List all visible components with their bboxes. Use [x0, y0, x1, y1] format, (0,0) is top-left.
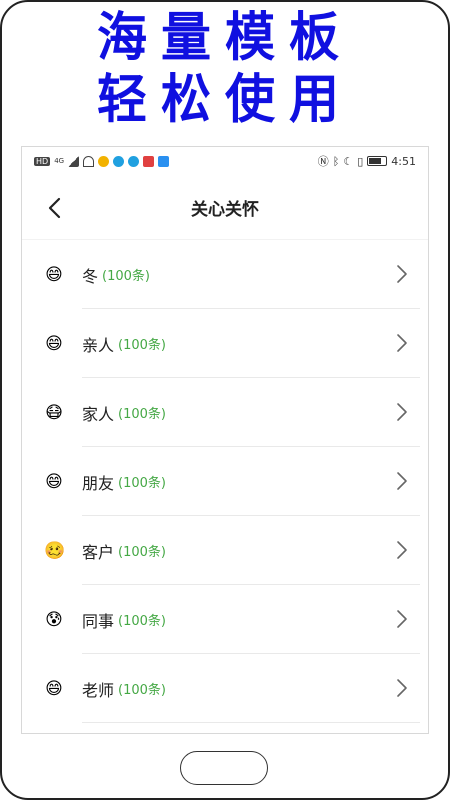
status-right: Ⓝ ᛒ ☾ ▯ 4:51	[318, 153, 416, 169]
bluetooth-icon: ᛒ	[332, 154, 340, 168]
category-count: (100条)	[118, 338, 166, 353]
category-count: (100条)	[118, 614, 166, 629]
status-left: HD 4G	[34, 155, 170, 167]
category-count: (100条)	[118, 476, 166, 491]
category-count: (100条)	[118, 683, 166, 698]
emoji-icon: 😄	[45, 333, 63, 354]
vibrate-icon: ▯	[357, 154, 364, 168]
list-item[interactable]: 😄 老师 (100条)	[22, 654, 428, 723]
emoji-icon: 😰	[45, 609, 63, 630]
battery-icon	[367, 156, 388, 166]
list-item[interactable]: 😄 冬 (100条)	[22, 240, 428, 309]
list-item[interactable]: 😷 家人 (100条)	[22, 378, 428, 447]
list-item[interactable]: 😰 同事 (100条)	[22, 585, 428, 654]
chevron-right-icon	[396, 609, 408, 629]
category-name: 客户	[82, 542, 115, 562]
app-bar: 关心关怀	[22, 175, 428, 240]
back-button[interactable]	[40, 193, 70, 223]
network-label: 4G	[54, 157, 65, 165]
status-bar: HD 4G Ⓝ ᛒ ☾ ▯ 4:51	[22, 147, 428, 175]
hd-icon: HD	[34, 156, 51, 166]
category-name: 亲人	[82, 335, 115, 355]
emoji-icon: 😄	[45, 264, 63, 285]
category-name: 老师	[82, 680, 115, 700]
emoji-icon: 😄	[45, 471, 63, 492]
list-item[interactable]: 😄 朋友 (100条)	[22, 447, 428, 516]
category-name: 家人	[82, 404, 115, 424]
category-count: (100条)	[102, 269, 150, 284]
home-button[interactable]	[180, 751, 268, 785]
promo-banner: 海量模板 轻松使用	[0, 0, 450, 135]
emoji-icon: 🥴	[44, 540, 66, 561]
chevron-right-icon	[396, 471, 408, 491]
category-name: 同事	[82, 611, 115, 631]
category-name: 冬	[82, 266, 99, 286]
chevron-right-icon	[396, 333, 408, 353]
phone-screen: HD 4G Ⓝ ᛒ ☾ ▯ 4:51 关心关怀 😄 冬 (100条) 😄 亲人 …	[21, 146, 429, 734]
promo-line-2: 轻松使用	[97, 67, 353, 129]
wifi-icon	[83, 155, 95, 167]
chevron-right-icon	[396, 402, 408, 422]
status-time: 4:51	[391, 154, 416, 168]
chevron-left-icon	[48, 197, 61, 219]
category-list: 😄 冬 (100条) 😄 亲人 (100条) 😷 家人 (100条) 😄 朋友 …	[22, 240, 428, 723]
app-icon-4	[143, 155, 155, 167]
list-item[interactable]: 😄 亲人 (100条)	[22, 309, 428, 378]
emoji-icon: 😄	[45, 678, 63, 699]
app-icon-3	[128, 155, 140, 167]
app-icon-2	[113, 155, 125, 167]
search-app-icon	[158, 155, 170, 167]
nfc-icon: Ⓝ	[317, 155, 329, 168]
chevron-right-icon	[396, 678, 408, 698]
category-name: 朋友	[82, 473, 115, 493]
category-count: (100条)	[118, 545, 166, 560]
promo-line-1: 海量模板	[97, 5, 353, 67]
list-item[interactable]: 🥴 客户 (100条)	[22, 516, 428, 585]
moon-icon: ☾	[343, 154, 354, 168]
chevron-right-icon	[396, 264, 408, 284]
chevron-right-icon	[396, 540, 408, 560]
page-title: 关心关怀	[191, 199, 259, 220]
signal-icon	[68, 155, 80, 167]
emoji-icon: 😷	[45, 402, 63, 423]
app-icon-1	[98, 155, 110, 167]
category-count: (100条)	[118, 407, 166, 422]
